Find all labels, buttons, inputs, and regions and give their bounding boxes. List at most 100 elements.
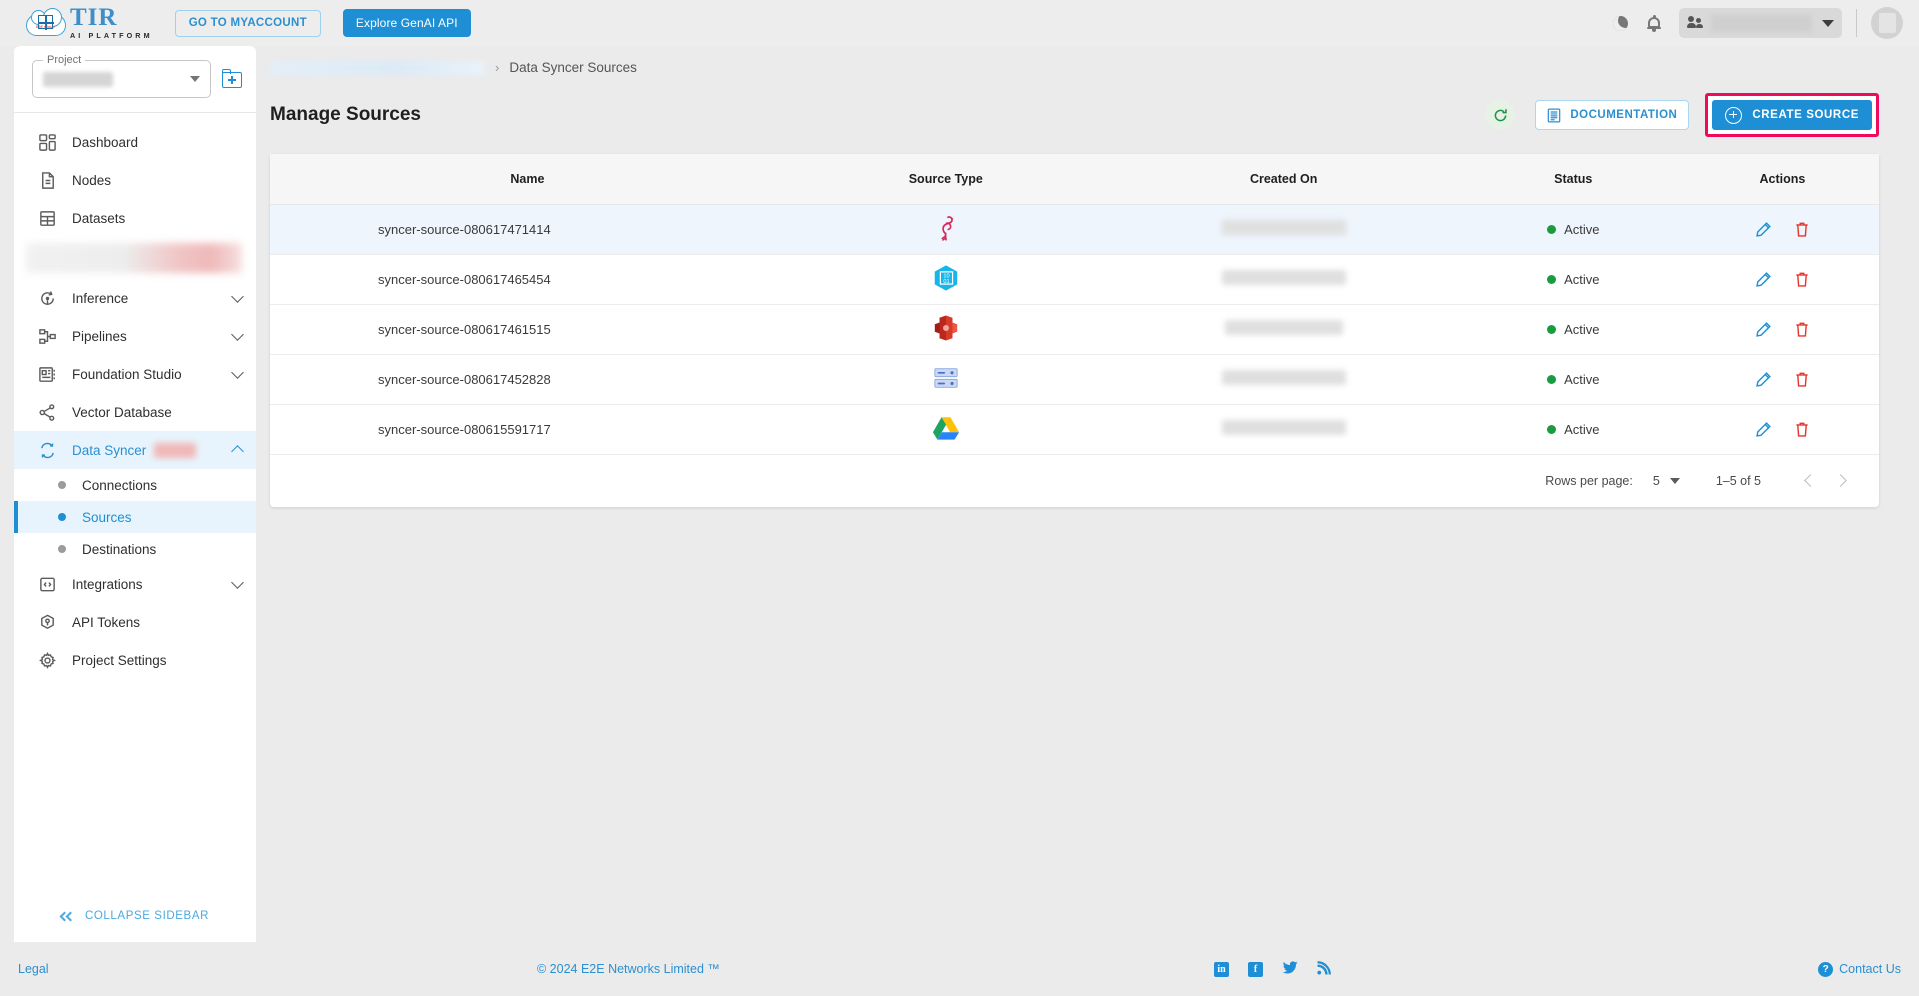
sidebar-item-data-syncer[interactable]: Data Syncer xyxy=(14,431,256,469)
facebook-icon[interactable]: f xyxy=(1248,961,1263,977)
sync-icon xyxy=(36,441,58,460)
twitter-icon[interactable] xyxy=(1282,960,1298,978)
sidebar-item-pipelines[interactable]: Pipelines xyxy=(14,317,256,355)
project-select[interactable]: Project xyxy=(32,54,211,98)
delete-trash-icon[interactable] xyxy=(1794,321,1810,338)
sidebar-subitem-label: Destinations xyxy=(82,541,157,557)
chevron-down-icon xyxy=(231,289,244,303)
rss-icon[interactable] xyxy=(1317,960,1331,978)
status-badge: Active xyxy=(1564,321,1600,337)
breadcrumb: › Data Syncer Sources xyxy=(270,46,1919,75)
delete-trash-icon[interactable] xyxy=(1794,371,1810,388)
sidebar-item-label: Data Syncer xyxy=(72,442,147,458)
sidebar-item-api-tokens[interactable]: API Tokens xyxy=(14,603,256,641)
rows-per-page-label: Rows per page: xyxy=(1545,473,1633,488)
foundation-studio-icon xyxy=(36,365,58,384)
cell-actions xyxy=(1685,304,1879,355)
collapse-sidebar-button[interactable]: COLLAPSE SIDEBAR xyxy=(14,890,256,942)
sidebar-item-label: Inference xyxy=(72,290,129,306)
sidebar-item-datasets[interactable]: Datasets xyxy=(14,199,256,237)
previous-page-button[interactable] xyxy=(1795,466,1825,496)
chevron-down-icon xyxy=(231,365,244,379)
team-selector-value xyxy=(1711,14,1812,32)
edit-pencil-icon[interactable] xyxy=(1755,221,1772,238)
sidebar-item-dashboard[interactable]: Dashboard xyxy=(14,123,256,161)
breadcrumb-parent[interactable] xyxy=(270,60,485,75)
pagination: Rows per page: 5 1–5 of 5 xyxy=(270,455,1879,507)
edit-pencil-icon[interactable] xyxy=(1755,371,1772,388)
column-header-created-on: Created On xyxy=(1106,154,1461,205)
sidebar-nav: Dashboard Nodes Datasets Inference Pipel… xyxy=(14,113,256,890)
token-cube-icon xyxy=(36,613,58,632)
pagination-range: 1–5 of 5 xyxy=(1715,473,1761,488)
sidebar-item-nodes[interactable]: Nodes xyxy=(14,161,256,199)
sidebar-item-integrations[interactable]: Integrations xyxy=(14,565,256,603)
sidebar-item-redacted[interactable] xyxy=(26,243,242,273)
legal-link[interactable]: Legal xyxy=(18,962,49,976)
svg-text:01: 01 xyxy=(943,278,949,284)
sidebar-item-sources[interactable]: Sources xyxy=(14,501,256,533)
table-row[interactable]: syncer-source-080617465454 10 01 Active xyxy=(270,254,1879,305)
refresh-button[interactable] xyxy=(1485,100,1516,130)
dashboard-icon xyxy=(36,133,58,152)
chevron-down-icon xyxy=(190,76,200,82)
cell-created-on xyxy=(1106,304,1461,355)
status-badge: Active xyxy=(1564,221,1600,237)
project-label: Project xyxy=(43,54,86,66)
azure-data-lake-icon: 10 01 xyxy=(934,264,958,291)
avatar[interactable] xyxy=(1871,7,1903,39)
table-row[interactable]: syncer-source-080615591717 Active xyxy=(270,404,1879,455)
sidebar-item-label: Project Settings xyxy=(72,652,167,668)
delete-trash-icon[interactable] xyxy=(1794,271,1810,288)
column-header-name: Name xyxy=(270,154,785,205)
go-to-myaccount-button[interactable]: GO TO MYACCOUNT xyxy=(174,9,321,37)
sidebar-item-destinations[interactable]: Destinations xyxy=(14,533,256,565)
help-question-icon: ? xyxy=(1818,961,1834,977)
chevron-left-icon xyxy=(1803,474,1817,487)
sidebar-item-label: Nodes xyxy=(72,172,112,188)
dark-mode-toggle[interactable] xyxy=(1603,6,1637,40)
documentation-button[interactable]: DOCUMENTATION xyxy=(1535,100,1690,130)
copyright-text: © 2024 E2E Networks Limited ™ xyxy=(537,962,720,976)
table-row[interactable]: syncer-source-080617471414 Active xyxy=(270,204,1879,255)
tir-logo[interactable]: E2E Cloud TIR AI PLATFORM xyxy=(26,5,153,40)
top-bar: E2E Cloud TIR AI PLATFORM GO TO MYACCOUN… xyxy=(0,0,1919,46)
main-content: › Data Syncer Sources Manage Sources DOC… xyxy=(270,46,1919,507)
app-root: E2E Cloud TIR AI PLATFORM GO TO MYACCOUN… xyxy=(0,0,1919,996)
contact-us-link[interactable]: ? Contact Us xyxy=(1818,961,1901,977)
table-row[interactable]: syncer-source-080617461515 Active xyxy=(270,304,1879,355)
team-selector[interactable] xyxy=(1679,8,1842,38)
rows-per-page-select[interactable]: 5 xyxy=(1653,474,1680,488)
edit-pencil-icon[interactable] xyxy=(1755,421,1772,438)
table-row[interactable]: syncer-source-080617452828 Active xyxy=(270,354,1879,405)
sidebar-item-label: Integrations xyxy=(72,576,143,592)
sources-table-card: Name Source Type Created On Status Actio… xyxy=(270,154,1879,507)
sources-table: Name Source Type Created On Status Actio… xyxy=(270,154,1879,455)
amazon-redshift-icon xyxy=(934,315,957,340)
notifications-button[interactable] xyxy=(1637,6,1671,40)
sidebar-item-foundation-studio[interactable]: Foundation Studio xyxy=(14,355,256,393)
status-dot xyxy=(1547,324,1557,334)
cell-actions xyxy=(1685,204,1879,255)
create-project-button[interactable] xyxy=(222,69,244,89)
sidebar-item-inference[interactable]: Inference xyxy=(14,279,256,317)
edit-pencil-icon[interactable] xyxy=(1755,321,1772,338)
create-source-label: CREATE SOURCE xyxy=(1752,109,1859,121)
cell-name: syncer-source-080617465454 xyxy=(270,254,785,305)
sidebar-item-vector-database[interactable]: Vector Database xyxy=(14,393,256,431)
create-source-button[interactable]: CREATE SOURCE xyxy=(1712,100,1872,130)
cell-actions xyxy=(1685,254,1879,305)
delete-trash-icon[interactable] xyxy=(1794,221,1810,238)
cell-actions xyxy=(1685,354,1879,405)
delete-trash-icon[interactable] xyxy=(1794,421,1810,438)
gear-icon xyxy=(36,651,58,670)
sidebar-item-connections[interactable]: Connections xyxy=(14,469,256,501)
edit-pencil-icon[interactable] xyxy=(1755,271,1772,288)
sidebar-item-project-settings[interactable]: Project Settings xyxy=(14,641,256,679)
cell-created-on xyxy=(1106,354,1461,405)
cell-name: syncer-source-080617452828 xyxy=(270,354,785,405)
next-page-button[interactable] xyxy=(1825,466,1855,496)
document-icon xyxy=(36,171,58,190)
explore-genai-api-button[interactable]: Explore GenAI API xyxy=(342,9,471,37)
linkedin-icon[interactable]: in xyxy=(1214,961,1229,977)
